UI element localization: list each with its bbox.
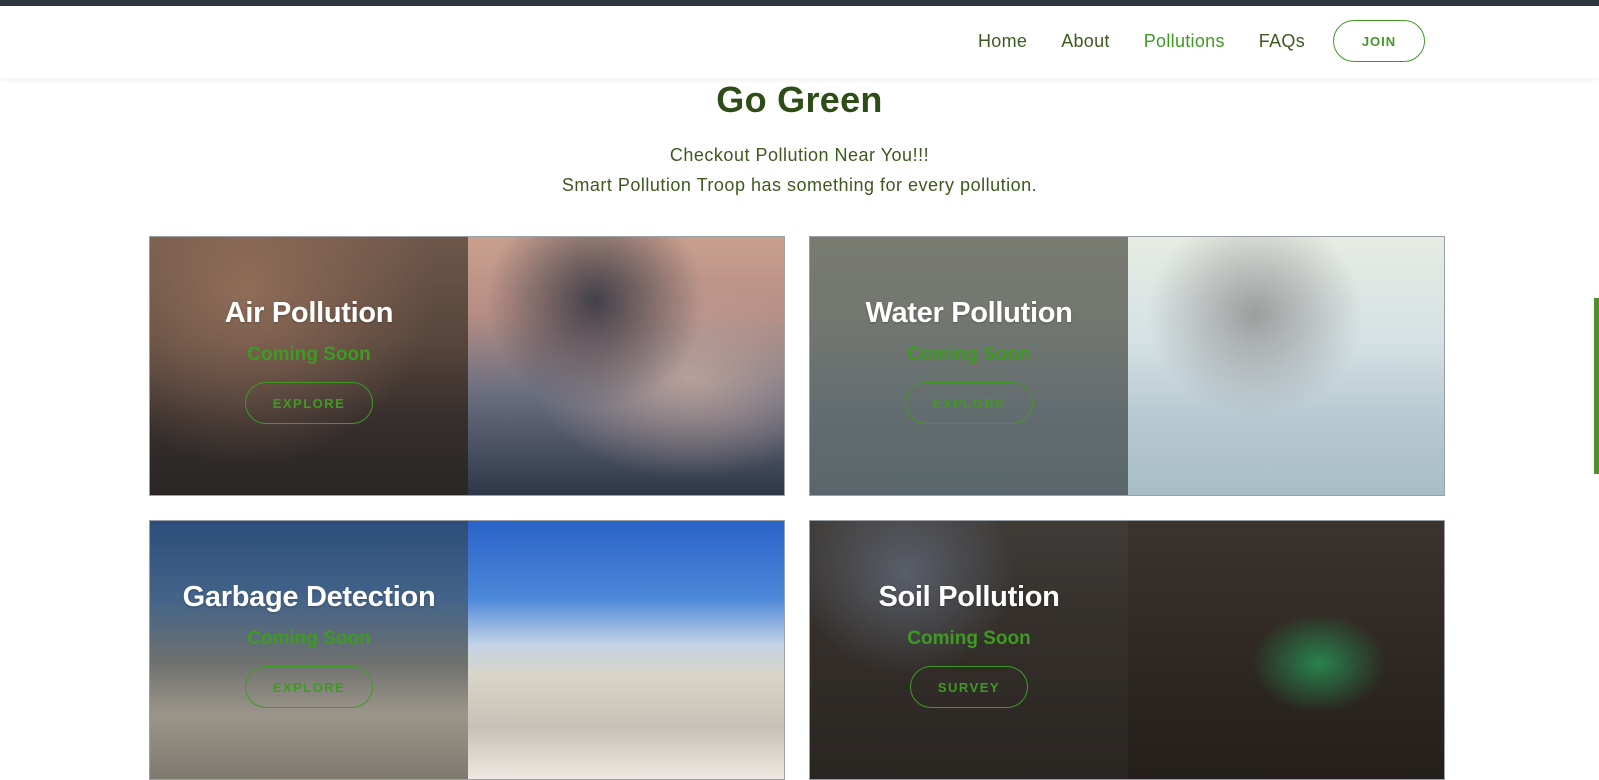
site-header: Home About Pollutions FAQs JOIN [0, 6, 1599, 78]
main-nav: Home About Pollutions FAQs JOIN [944, 20, 1425, 62]
garbage-image-right [468, 521, 784, 779]
nav-faqs[interactable]: FAQs [1259, 31, 1305, 52]
nav-pollutions[interactable]: Pollutions [1144, 31, 1225, 52]
card-title: Garbage Detection [182, 581, 436, 613]
scroll-indicator[interactable] [1594, 298, 1599, 474]
nav-home[interactable]: Home [978, 31, 1027, 52]
water-pollution-image-right [1128, 237, 1444, 495]
soil-pollution-image-right [1128, 521, 1444, 779]
card-status: Coming Soon [247, 628, 371, 649]
card-title: Soil Pollution [878, 581, 1060, 613]
explore-button[interactable]: EXPLORE [245, 382, 373, 424]
card-title: Air Pollution [224, 297, 394, 329]
card-water-pollution: Water Pollution Coming Soon EXPLORE [809, 236, 1445, 496]
card-status: Coming Soon [907, 344, 1031, 365]
card-status: Coming Soon [247, 344, 371, 365]
card-content: Garbage Detection Coming Soon EXPLORE [150, 521, 468, 708]
hero-description: Smart Pollution Troop has something for … [561, 175, 1038, 195]
nav-about[interactable]: About [1061, 31, 1110, 52]
card-content: Air Pollution Coming Soon EXPLORE [150, 237, 468, 424]
hero-section: Go Green Checkout Pollution Near You!!! … [0, 78, 1599, 196]
hero-tagline: Checkout Pollution Near You!!! [669, 145, 930, 165]
card-content: Soil Pollution Coming Soon SURVEY [810, 521, 1128, 708]
card-content: Water Pollution Coming Soon EXPLORE [810, 237, 1128, 424]
card-air-pollution: Air Pollution Coming Soon EXPLORE [149, 236, 785, 496]
card-title: Water Pollution [865, 297, 1073, 329]
card-soil-pollution: Soil Pollution Coming Soon SURVEY [809, 520, 1445, 780]
page-title: Go Green [716, 79, 883, 120]
survey-button[interactable]: SURVEY [910, 666, 1028, 708]
join-button[interactable]: JOIN [1333, 20, 1425, 62]
explore-button[interactable]: EXPLORE [245, 666, 373, 708]
air-pollution-image-right [468, 237, 784, 495]
explore-button[interactable]: EXPLORE [905, 382, 1033, 424]
card-status: Coming Soon [907, 628, 1031, 649]
card-garbage-detection: Garbage Detection Coming Soon EXPLORE [149, 520, 785, 780]
